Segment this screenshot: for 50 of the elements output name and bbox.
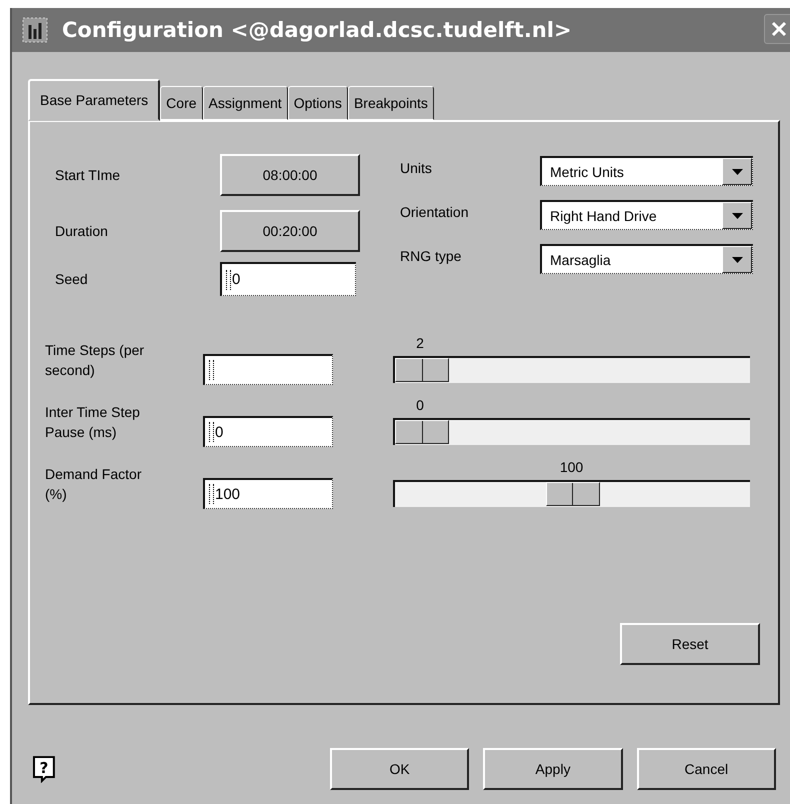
help-icon[interactable]: ? [32, 755, 56, 783]
slider-track[interactable] [393, 356, 750, 383]
dropdown-value: Right Hand Drive [549, 206, 658, 226]
field-value: 100 [215, 486, 240, 502]
field-label: Demand Factor (%) [45, 465, 142, 504]
slider-track[interactable] [393, 418, 750, 445]
reset-button[interactable]: Reset [620, 623, 760, 665]
close-icon [771, 21, 787, 37]
dialog-button[interactable]: Apply [483, 748, 623, 790]
field-label: Duration [54, 223, 109, 239]
slider-thumb[interactable] [395, 358, 449, 382]
dropdown-arrow-icon [732, 212, 742, 218]
input-field[interactable]: 0 [220, 262, 356, 296]
tab[interactable]: Breakpoints [348, 86, 434, 120]
field-label: Start TIme [54, 167, 122, 183]
slider-thumb[interactable] [395, 420, 449, 444]
field-label: Units [400, 160, 433, 176]
dropdown[interactable]: Marsaglia [540, 244, 753, 274]
dialog-button[interactable]: Cancel [636, 748, 776, 790]
tab[interactable]: Core [160, 86, 203, 120]
field-label: RNG type [400, 248, 462, 264]
window-title: Configuration <@dagorlad.dcsc.tudelft.nl> [62, 18, 572, 42]
dropdown[interactable]: Metric Units [540, 156, 753, 186]
close-button[interactable] [764, 14, 790, 44]
field-label: Time Steps (per second) [45, 341, 146, 380]
field-value: 0 [232, 271, 240, 288]
input-field[interactable] [203, 354, 333, 385]
dropdown-arrow-icon [732, 256, 742, 262]
slider-reading: 100 [558, 459, 584, 475]
input-field[interactable]: 100 [203, 478, 333, 509]
tab[interactable]: Assignment [202, 86, 288, 120]
time-button[interactable]: 00:20:00 [220, 210, 360, 252]
tab[interactable]: Options [288, 86, 348, 120]
field-label: Inter Time Step Pause (ms) [45, 403, 141, 442]
slider-track[interactable] [393, 480, 750, 507]
dropdown[interactable]: Right Hand Drive [540, 200, 753, 230]
dropdown-value: Marsaglia [549, 250, 612, 270]
input-field[interactable]: 0 [203, 416, 333, 447]
time-button[interactable]: 08:00:00 [220, 154, 360, 196]
tab[interactable]: Base Parameters [28, 79, 160, 121]
field-value: 0 [215, 424, 224, 440]
slider-reading: 0 [415, 397, 425, 413]
field-label: Seed [54, 271, 89, 287]
app-icon [22, 17, 48, 43]
dropdown-arrow-icon [732, 168, 742, 174]
dropdown-value: Metric Units [549, 162, 625, 182]
dialog-button[interactable]: OK [330, 748, 470, 790]
slider-thumb[interactable] [546, 482, 600, 506]
field-label: Orientation [400, 204, 470, 220]
slider-reading: 2 [415, 335, 425, 351]
